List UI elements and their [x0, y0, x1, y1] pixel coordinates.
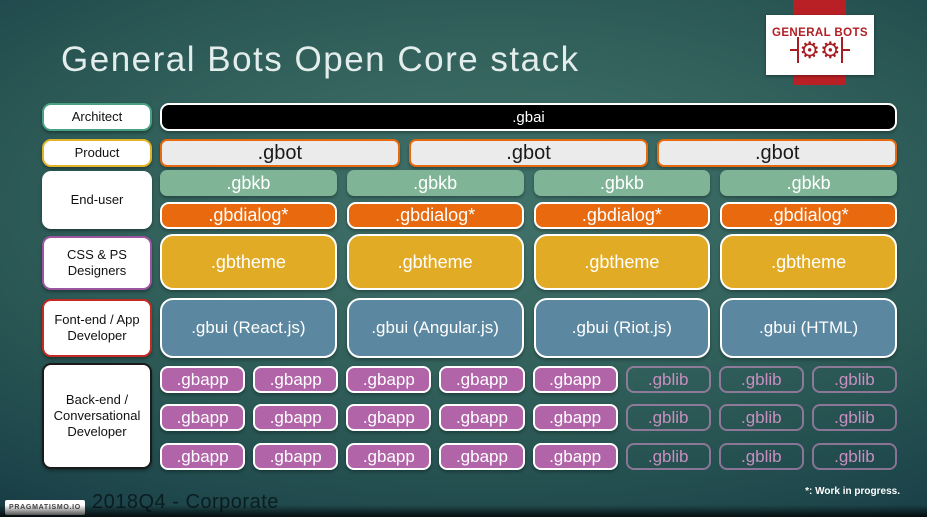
gbapp-cell: .gbapp: [346, 366, 432, 393]
gbapp-cell: .gbapp: [253, 404, 339, 431]
backend-grid-row: .gbapp .gbapp .gbapp .gbapp .gbapp .gbli…: [160, 443, 897, 470]
gbapp-cell: .gbapp: [439, 366, 525, 393]
row-label-product: Product: [42, 139, 152, 167]
row-label-architect: Architect: [42, 103, 152, 131]
gbdialog-row: .gbdialog* .gbdialog* .gbdialog* .gbdial…: [160, 202, 897, 229]
gblib-cell: .gblib: [811, 443, 897, 470]
row-label-frontend-app-developer: Font-end / App Developer: [42, 299, 152, 357]
gbapp-cell: .gbapp: [253, 366, 339, 393]
backend-grid-row: .gbapp .gbapp .gbapp .gbapp .gbapp .gbli…: [160, 404, 897, 431]
gbdialog-bar: .gbdialog*: [346, 202, 524, 229]
backend-grid-row: .gbapp .gbapp .gbapp .gbapp .gbapp .gbli…: [160, 366, 897, 393]
gbot-bar: .gbot: [657, 139, 898, 167]
gbot-bar: .gbot: [408, 139, 649, 167]
gbkb-bar: .gbkb: [533, 170, 711, 196]
brand-logo: GENERAL BOTS ⚙ ⚙: [766, 15, 874, 75]
gears-icon: ⚙ ⚙: [789, 37, 851, 63]
gbkb-bar: .gbkb: [160, 170, 337, 196]
gbot-bar: .gbot: [160, 139, 400, 167]
gbdialog-bar: .gbdialog*: [720, 202, 897, 229]
gbtheme-bar: .gbtheme: [346, 234, 524, 290]
gbapp-cell: .gbapp: [160, 366, 246, 393]
gblib-cell: .gblib: [811, 404, 897, 431]
gbdialog-bar: .gbdialog*: [533, 202, 711, 229]
gbapp-cell: .gbapp: [532, 443, 618, 470]
gbapp-cell: .gbapp: [346, 443, 432, 470]
gblib-cell: .gblib: [718, 443, 804, 470]
gbui-row: .gbui (React.js) .gbui (Angular.js) .gbu…: [160, 298, 897, 358]
pragmatismo-badge: PRAGMATISMO.IO: [5, 500, 85, 515]
gbai-row: .gbai: [160, 103, 897, 131]
gbtheme-row: .gbtheme .gbtheme .gbtheme .gbtheme: [160, 234, 897, 290]
gblib-cell: .gblib: [718, 366, 804, 393]
gblib-cell: .gblib: [625, 366, 711, 393]
gbkb-bar: .gbkb: [720, 170, 897, 196]
gbapp-cell: .gbapp: [253, 443, 339, 470]
row-label-backend-conversational-developer: Back-end / Conversational Developer: [42, 363, 152, 469]
logo-tick-right: [843, 49, 851, 51]
gbapp-cell: .gbapp: [439, 404, 525, 431]
page-title: General Bots Open Core stack: [61, 40, 580, 79]
gear-icon: ⚙: [820, 37, 841, 63]
gbui-riot-bar: .gbui (Riot.js): [533, 298, 711, 358]
footer-version-text: 2018Q4 - Corporate: [92, 491, 279, 513]
gbtheme-bar: .gbtheme: [720, 234, 897, 290]
gblib-cell: .gblib: [718, 404, 804, 431]
gblib-cell: .gblib: [625, 404, 711, 431]
gblib-cell: .gblib: [625, 443, 711, 470]
gbot-row: .gbot .gbot .gbot: [160, 139, 898, 167]
gbapp-cell: .gbapp: [532, 366, 618, 393]
gbkb-bar: .gbkb: [346, 170, 524, 196]
gbui-react-bar: .gbui (React.js): [160, 298, 337, 358]
gbdialog-bar: .gbdialog*: [160, 202, 337, 229]
row-label-end-user: End-user: [42, 171, 152, 229]
gear-icon: ⚙: [799, 37, 820, 63]
gbapp-cell: .gbapp: [160, 404, 246, 431]
gbtheme-bar: .gbtheme: [533, 234, 711, 290]
slide-background: General Bots Open Core stack GENERAL BOT…: [0, 0, 927, 517]
gbtheme-bar: .gbtheme: [160, 234, 337, 290]
work-in-progress-note: *: Work in progress.: [805, 486, 900, 497]
gbapp-cell: .gbapp: [532, 404, 618, 431]
gbui-angular-bar: .gbui (Angular.js): [346, 298, 524, 358]
gbapp-cell: .gbapp: [160, 443, 246, 470]
gbui-html-bar: .gbui (HTML): [720, 298, 897, 358]
gbkb-row: .gbkb .gbkb .gbkb .gbkb: [160, 170, 897, 196]
gbai-bar: .gbai: [160, 103, 897, 131]
gbapp-cell: .gbapp: [439, 443, 525, 470]
gblib-cell: .gblib: [811, 366, 897, 393]
logo-tick-left: [789, 49, 797, 51]
gbapp-cell: .gbapp: [346, 404, 432, 431]
row-label-css-ps-designers: CSS & PS Designers: [42, 236, 152, 290]
